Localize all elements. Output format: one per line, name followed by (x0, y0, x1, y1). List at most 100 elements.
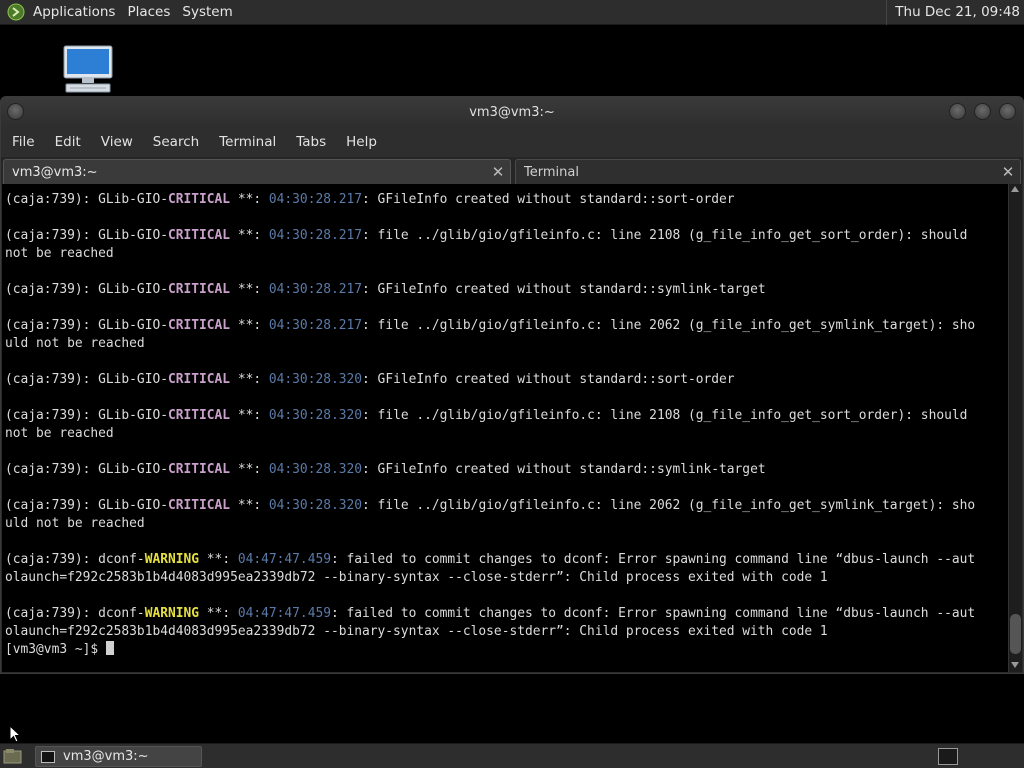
terminal-line: not be reached (5, 425, 1008, 443)
scroll-down-icon[interactable] (1011, 662, 1019, 668)
window-menu-icon[interactable] (7, 103, 24, 120)
terminal-line: (caja:739): GLib-GIO-CRITICAL **: 04:30:… (5, 317, 1008, 335)
log-text: (caja:739): GLib-GIO- (5, 498, 168, 513)
window-titlebar[interactable]: vm3@vm3:~ (1, 97, 1023, 127)
log-timestamp: 04:47:47.459 (237, 606, 331, 621)
log-level-critical: CRITICAL (167, 462, 231, 477)
log-text: : GFileInfo created without standard::so… (362, 192, 735, 207)
system-menu[interactable]: System (176, 0, 238, 25)
close-button[interactable] (999, 103, 1016, 120)
log-text: (caja:739): GLib-GIO- (5, 372, 168, 387)
terminal-line: (caja:739): GLib-GIO-CRITICAL **: 04:30:… (5, 407, 1008, 425)
terminal-output[interactable]: (caja:739): GLib-GIO-CRITICAL **: 04:30:… (2, 184, 1008, 672)
terminal-cursor (105, 641, 114, 655)
log-level-critical: CRITICAL (167, 228, 231, 243)
log-text: not be reached (5, 246, 114, 261)
log-text: uld not be reached (5, 516, 145, 531)
terminal-window: vm3@vm3:~ File Edit View Search Terminal… (0, 96, 1024, 674)
log-text: : failed to commit changes to dconf: Err… (330, 552, 976, 567)
terminal-line: uld not be reached (5, 515, 1008, 533)
log-level-critical: CRITICAL (167, 192, 231, 207)
scrollbar-thumb[interactable] (1010, 614, 1021, 654)
log-timestamp: 04:30:28.217 (268, 192, 363, 207)
terminal-line: (caja:739): dconf-WARNING **: 04:47:47.4… (5, 551, 1008, 569)
log-level-critical: CRITICAL (167, 318, 231, 333)
menu-edit[interactable]: Edit (44, 134, 90, 150)
log-text: (caja:739): GLib-GIO- (5, 408, 168, 423)
log-text: (caja:739): GLib-GIO- (5, 318, 168, 333)
log-text: (caja:739): dconf- (5, 552, 145, 567)
computer-icon[interactable] (60, 44, 116, 96)
taskbar-item-terminal[interactable]: vm3@vm3:~ (35, 746, 202, 767)
log-text: olaunch=f292c2583b1b4d4083d995ea2339db72… (5, 624, 828, 639)
workspace-switcher-icon[interactable] (938, 748, 958, 765)
minimize-button[interactable] (949, 103, 966, 120)
log-timestamp: 04:47:47.459 (237, 552, 331, 567)
menu-view[interactable]: View (90, 134, 142, 150)
show-desktop-icon[interactable] (3, 747, 23, 765)
tab-label: vm3@vm3:~ (12, 164, 98, 180)
tab-bar: vm3@vm3:~ ✕ Terminal ✕ (1, 157, 1023, 184)
log-level-critical: CRITICAL (167, 282, 231, 297)
log-timestamp: 04:30:28.320 (268, 372, 363, 387)
log-text: [vm3@vm3 ~]$ (5, 642, 106, 657)
log-timestamp: 04:30:28.217 (268, 228, 363, 243)
menu-tabs[interactable]: Tabs (285, 134, 335, 150)
tab-terminal[interactable]: Terminal ✕ (515, 159, 1021, 184)
log-level-critical: CRITICAL (167, 408, 231, 423)
clock[interactable]: Thu Dec 21, 09:48 (886, 0, 1020, 25)
terminal-line: (caja:739): dconf-WARNING **: 04:47:47.4… (5, 605, 1008, 623)
log-text: **: (230, 318, 269, 333)
log-text: uld not be reached (5, 336, 145, 351)
log-text: : GFileInfo created without standard::sy… (362, 282, 766, 297)
log-level-warning: WARNING (144, 552, 200, 567)
log-text: olaunch=f292c2583b1b4d4083d995ea2339db72… (5, 570, 828, 585)
menu-search[interactable]: Search (142, 134, 208, 150)
log-text: : file ../glib/gio/gfileinfo.c: line 210… (362, 228, 968, 243)
log-text: : file ../glib/gio/gfileinfo.c: line 206… (362, 498, 976, 513)
mate-logo-icon[interactable] (5, 1, 27, 23)
applications-menu[interactable]: Applications (27, 0, 121, 25)
scroll-up-icon[interactable] (1011, 186, 1019, 192)
log-text: not be reached (5, 426, 114, 441)
terminal-icon (41, 750, 55, 763)
log-text: : file ../glib/gio/gfileinfo.c: line 210… (362, 408, 968, 423)
tab-close-icon[interactable]: ✕ (1000, 163, 1016, 181)
terminal-line: uld not be reached (5, 335, 1008, 353)
places-menu[interactable]: Places (121, 0, 176, 25)
terminal-line: olaunch=f292c2583b1b4d4083d995ea2339db72… (5, 623, 1008, 641)
menu-terminal[interactable]: Terminal (208, 134, 285, 150)
log-timestamp: 04:30:28.320 (268, 408, 363, 423)
log-text: **: (230, 372, 269, 387)
top-panel: Applications Places System Thu Dec 21, 0… (0, 0, 1024, 25)
log-text: (caja:739): dconf- (5, 606, 145, 621)
log-text: (caja:739): GLib-GIO- (5, 228, 168, 243)
log-level-critical: CRITICAL (167, 372, 231, 387)
log-text: : failed to commit changes to dconf: Err… (330, 606, 976, 621)
tab-close-icon[interactable]: ✕ (490, 163, 506, 181)
log-text: : file ../glib/gio/gfileinfo.c: line 206… (362, 318, 976, 333)
menu-file[interactable]: File (1, 134, 44, 150)
bottom-panel: vm3@vm3:~ (0, 743, 1024, 768)
log-timestamp: 04:30:28.217 (268, 318, 363, 333)
menu-help[interactable]: Help (335, 134, 386, 150)
log-text: **: (230, 408, 269, 423)
terminal-line: (caja:739): GLib-GIO-CRITICAL **: 04:30:… (5, 461, 1008, 479)
log-text: **: (199, 606, 238, 621)
log-level-warning: WARNING (144, 606, 200, 621)
window-title: vm3@vm3:~ (469, 104, 555, 120)
terminal-line: (caja:739): GLib-GIO-CRITICAL **: 04:30:… (5, 281, 1008, 299)
log-text: **: (230, 228, 269, 243)
log-text: (caja:739): GLib-GIO- (5, 192, 168, 207)
tab-vm3[interactable]: vm3@vm3:~ ✕ (3, 159, 511, 184)
log-level-critical: CRITICAL (167, 498, 231, 513)
maximize-button[interactable] (974, 103, 991, 120)
terminal-line: (caja:739): GLib-GIO-CRITICAL **: 04:30:… (5, 497, 1008, 515)
terminal-scrollbar[interactable] (1008, 184, 1022, 672)
terminal-line: (caja:739): GLib-GIO-CRITICAL **: 04:30:… (5, 227, 1008, 245)
